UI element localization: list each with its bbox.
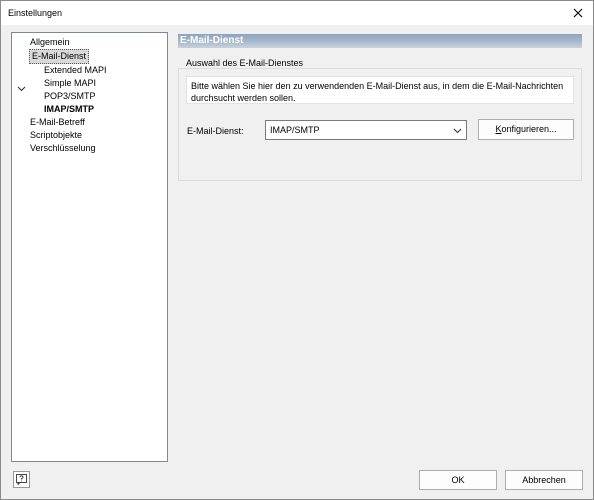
description-box: Bitte wählen Sie hier den zu verwendende… (186, 76, 574, 104)
service-select-value: IMAP/SMTP (270, 125, 320, 135)
groupbox-title: Auswahl des E-Mail-Dienstes (184, 58, 306, 68)
tree-item-label: Allgemein (30, 37, 70, 47)
tree-item-pop3-smtp[interactable]: POP3/SMTP (44, 90, 96, 103)
close-icon (573, 8, 583, 18)
ok-button[interactable]: OK (419, 470, 497, 490)
tree-item-label: IMAP/SMTP (44, 104, 95, 114)
title-bar: Einstellungen (1, 1, 593, 25)
configure-label: onfigurieren... (501, 124, 557, 134)
tree-item-label: Extended MAPI (44, 65, 107, 75)
tree-item-label: Scriptobjekte (30, 130, 83, 140)
description-line: durchsucht werden sollen. (191, 93, 296, 103)
tree-item-email-betreff[interactable]: E-Mail-Betreff (30, 116, 85, 129)
description-line: Bitte wählen Sie hier den zu verwendende… (191, 81, 564, 91)
chevron-down-icon (453, 128, 462, 134)
tree-item-label: Simple MAPI (44, 78, 97, 88)
tree-item-label: E-Mail-Betreff (30, 117, 85, 127)
service-select[interactable]: IMAP/SMTP (265, 120, 467, 140)
tree-item-scriptobjekte[interactable]: Scriptobjekte (30, 129, 82, 142)
help-icon (16, 474, 27, 485)
tree-item-verschluesselung[interactable]: Verschlüsselung (30, 142, 96, 155)
chevron-down-icon[interactable] (17, 84, 26, 93)
tree-item-extended-mapi[interactable]: Extended MAPI (44, 64, 107, 77)
tree-item-simple-mapi[interactable]: Simple MAPI (44, 77, 96, 90)
tree-item-imap-smtp[interactable]: IMAP/SMTP (44, 103, 94, 116)
settings-tree[interactable]: Allgemein E-Mail-Dienst Extended MAPI Si… (11, 32, 168, 462)
window-title: Einstellungen (8, 8, 63, 18)
service-label: E-Mail-Dienst: (187, 126, 244, 136)
tree-item-label: POP3/SMTP (44, 91, 96, 101)
configure-button[interactable]: Konfigurieren... (478, 119, 574, 140)
section-header: E-Mail-Dienst (178, 34, 582, 48)
tree-item-label: E-Mail-Dienst (32, 51, 87, 61)
help-button[interactable] (13, 471, 30, 488)
tree-item-allgemein[interactable]: Allgemein (30, 36, 70, 49)
tree-item-email-dienst[interactable]: E-Mail-Dienst (29, 49, 90, 64)
close-button[interactable] (563, 1, 593, 25)
tree-item-label: Verschlüsselung (30, 143, 96, 153)
cancel-button[interactable]: Abbrechen (505, 470, 583, 490)
